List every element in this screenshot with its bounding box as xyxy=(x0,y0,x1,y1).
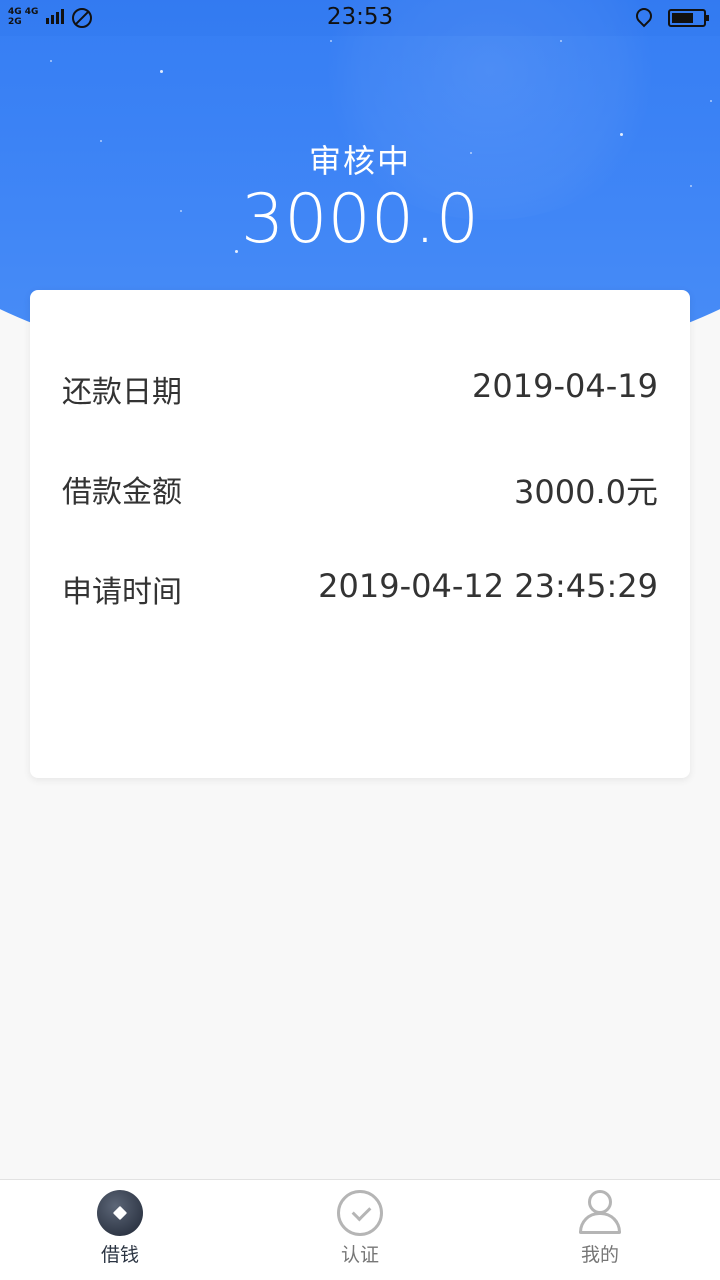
user-icon xyxy=(577,1190,623,1236)
review-status-title: 审核中 xyxy=(308,142,411,180)
star-decoration xyxy=(560,40,562,42)
detail-label: 借款金额 xyxy=(62,475,182,510)
star-decoration xyxy=(330,40,332,42)
tab-label: 认证 xyxy=(340,1244,379,1266)
tab-verify[interactable]: 认证 xyxy=(240,1180,480,1280)
detail-value: 2019-04-19 xyxy=(472,367,658,405)
detail-row-apply-time: 申请时间 2019-04-12 23:45:29 xyxy=(62,567,658,610)
detail-row-repay-date: 还款日期 2019-04-19 xyxy=(62,367,658,410)
detail-row-loan-amount: 借款金额 3000.0元 xyxy=(62,467,658,511)
detail-value: 3000.0元 xyxy=(514,473,658,511)
check-circle-icon xyxy=(337,1190,383,1236)
battery-fill xyxy=(672,13,693,23)
loan-details-card: 还款日期 2019-04-19 借款金额 3000.0元 申请时间 2019-0… xyxy=(30,290,690,778)
bottom-tab-bar: 借钱 认证 我的 xyxy=(0,1179,720,1280)
borrow-icon xyxy=(97,1190,143,1236)
tab-label: 借钱 xyxy=(100,1244,139,1266)
star-decoration xyxy=(50,60,52,62)
status-time: 23:53 xyxy=(326,4,394,30)
star-decoration xyxy=(710,100,712,102)
tab-borrow[interactable]: 借钱 xyxy=(0,1180,240,1280)
tab-mine[interactable]: 我的 xyxy=(480,1180,720,1280)
screen: 4G 4G 2G 23:53 审核中 3000.0 还款日期 2019-04-1… xyxy=(0,0,720,1280)
loan-amount-display: 3000.0 xyxy=(241,180,479,259)
tab-label: 我的 xyxy=(580,1244,619,1266)
detail-value: 2019-04-12 23:45:29 xyxy=(318,567,658,605)
star-decoration xyxy=(160,70,163,73)
detail-label: 申请时间 xyxy=(62,575,182,610)
battery-icon xyxy=(668,9,709,27)
detail-label: 还款日期 xyxy=(62,375,182,410)
status-bar: 4G 4G 2G 23:53 xyxy=(0,0,720,36)
